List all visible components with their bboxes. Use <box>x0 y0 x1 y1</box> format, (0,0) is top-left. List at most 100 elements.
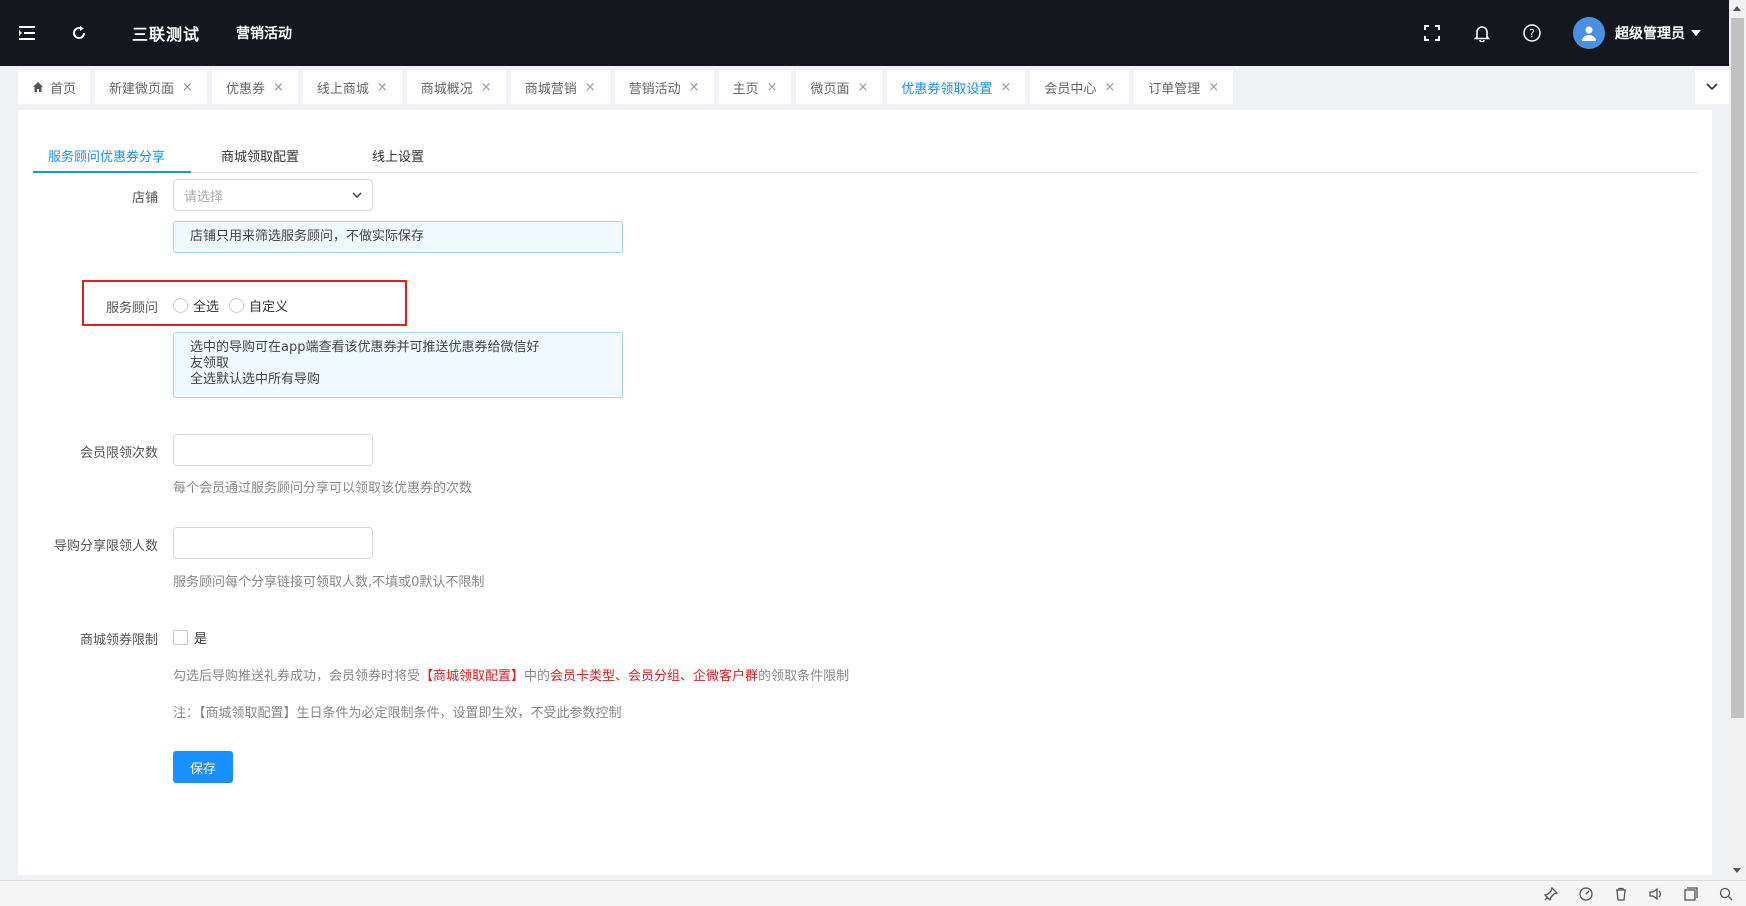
tab-label: 优惠券领取设置 <box>901 81 993 97</box>
tab-close-icon[interactable]: × <box>689 80 700 95</box>
mall-limit-note: 注：【商城领取配置】生日条件为必定限制条件，设置即生效，不受此参数控制 <box>173 706 622 721</box>
advisor-tip-line: 选中的导购可在app端查看该优惠券并可推送优惠券给微信好 <box>190 340 540 355</box>
radio-circle <box>173 298 188 313</box>
tab-marketing-activity[interactable]: 营销活动 × <box>614 70 714 104</box>
tab-label: 营销活动 <box>628 81 681 97</box>
hint-red-text: 会员卡类型、会员分组、企微客户群 <box>550 669 759 684</box>
mall-limit-checkbox[interactable]: 是 <box>173 628 207 647</box>
tab-home[interactable]: 首页 <box>18 70 91 104</box>
advisor-label: 服务顾问 <box>105 301 158 316</box>
advisor-tip-line: 友领取 <box>190 356 230 371</box>
advisor-tip-line: 全选默认选中所有导购 <box>190 372 321 387</box>
member-limit-hint: 每个会员通过服务顾问分享可以领取该优惠券的次数 <box>173 481 473 496</box>
member-limit-input[interactable] <box>173 434 373 466</box>
top-bar: 三联测试 营销活动 ? 超级管理员 <box>0 0 1729 66</box>
store-select-placeholder: 请选择 <box>184 189 224 205</box>
chevron-down-icon <box>352 192 362 198</box>
tab-close-icon[interactable]: × <box>857 80 868 95</box>
speed-icon[interactable] <box>1578 886 1594 902</box>
avatar[interactable] <box>1573 17 1605 49</box>
fullscreen-icon[interactable] <box>1415 16 1449 50</box>
tab-new-micropage[interactable]: 新建微页面 × <box>95 70 207 104</box>
window-icon[interactable] <box>1683 886 1699 902</box>
hint-text: 勾选后导购推送礼券成功，会员领券时将受 <box>173 669 421 684</box>
page-tabs-bar: 首页 新建微页面 × 优惠券 × 线上商城 × 商城概况 × 商城营销 × 营销活动 × 主… <box>0 66 1729 108</box>
radio-label: 自定义 <box>249 300 289 315</box>
tab-close-icon[interactable]: × <box>273 80 284 95</box>
subtab-advisor-coupon-share[interactable]: 服务顾问优惠券分享 <box>48 146 165 165</box>
tab-label: 优惠券 <box>225 81 265 97</box>
help-icon[interactable]: ? <box>1515 16 1549 50</box>
scroll-down-arrow-icon[interactable] <box>1733 868 1741 873</box>
guide-limit-hint: 服务顾问每个分享链接可领取人数,不填或0默认不限制 <box>173 575 485 590</box>
subtab-online-settings[interactable]: 线上设置 <box>372 146 424 165</box>
tab-label: 订单管理 <box>1148 81 1201 97</box>
tabs-more-chevron-icon[interactable] <box>1695 70 1729 104</box>
checkbox-label: 是 <box>194 632 208 647</box>
scroll-thumb[interactable] <box>1731 18 1744 718</box>
tab-label: 线上商城 <box>316 81 369 97</box>
subtab-active-underline <box>33 171 191 173</box>
tab-label: 商城概况 <box>420 81 473 97</box>
tab-coupon[interactable]: 优惠券 × <box>211 70 298 104</box>
svg-text:?: ? <box>1529 27 1535 40</box>
tab-close-icon[interactable]: × <box>1000 80 1011 95</box>
scroll-up-arrow-icon[interactable] <box>1733 6 1741 11</box>
tab-main-page[interactable]: 主页 × <box>718 70 792 104</box>
home-icon <box>32 81 44 93</box>
content-panel: 服务顾问优惠券分享 商城领取配置 线上设置 店铺 请选择 店铺只用来筛选服务顾问… <box>18 110 1712 875</box>
tab-label: 主页 <box>732 81 759 97</box>
volume-icon[interactable] <box>1648 886 1664 902</box>
hint-red-text: 【商城领取配置】 <box>420 669 525 684</box>
pin-icon[interactable] <box>1543 886 1559 902</box>
tab-close-icon[interactable]: × <box>1208 80 1219 95</box>
tab-close-icon[interactable]: × <box>182 80 193 95</box>
guide-limit-input[interactable] <box>173 527 373 559</box>
sub-tabs: 服务顾问优惠券分享 商城领取配置 线上设置 <box>33 128 1698 173</box>
guide-limit-label: 导购分享限领人数 <box>53 539 158 554</box>
save-button[interactable]: 保存 <box>173 751 233 783</box>
mall-limit-hint: 勾选后导购推送礼券成功，会员领券时将受【商城领取配置】中的会员卡类型、会员分组、… <box>173 665 849 684</box>
member-limit-label: 会员限领次数 <box>79 446 158 461</box>
page-scrollbar[interactable] <box>1729 0 1746 880</box>
tab-label: 商城营销 <box>524 81 577 97</box>
header-subtitle: 营销活动 <box>236 26 293 42</box>
hint-text: 中的 <box>524 669 551 684</box>
tab-member-center[interactable]: 会员中心 × <box>1030 70 1130 104</box>
advisor-radio-all[interactable]: 全选 <box>173 296 219 315</box>
tab-order-management[interactable]: 订单管理 × <box>1134 70 1234 104</box>
tab-label: 首页 <box>50 81 77 97</box>
tab-label: 新建微页面 <box>109 81 175 97</box>
subtab-mall-claim-config[interactable]: 商城领取配置 <box>221 146 299 165</box>
tab-label: 微页面 <box>810 81 850 97</box>
tab-close-icon[interactable]: × <box>1104 80 1115 95</box>
advisor-tip: 选中的导购可在app端查看该优惠券并可推送优惠券给微信好 友领取 全选默认选中所… <box>173 332 623 398</box>
menu-collapse-icon[interactable] <box>10 16 44 50</box>
tab-mall-overview[interactable]: 商城概况 × <box>406 70 506 104</box>
radio-label: 全选 <box>193 300 220 315</box>
tab-close-icon[interactable]: × <box>585 80 596 95</box>
hint-text: 的领取条件限制 <box>758 669 850 684</box>
refresh-icon[interactable] <box>62 16 96 50</box>
radio-circle <box>229 298 244 313</box>
tab-mall-marketing[interactable]: 商城营销 × <box>510 70 610 104</box>
tab-close-icon[interactable]: × <box>767 80 778 95</box>
tab-micropage[interactable]: 微页面 × <box>796 70 883 104</box>
mall-limit-label: 商城领券限制 <box>79 633 158 648</box>
advisor-radio-custom[interactable]: 自定义 <box>229 296 288 315</box>
tab-close-icon[interactable]: × <box>481 80 492 95</box>
app-title: 三联测试 <box>132 25 201 44</box>
bell-icon[interactable] <box>1465 16 1499 50</box>
tab-online-mall[interactable]: 线上商城 × <box>302 70 402 104</box>
browser-status-bar <box>0 880 1746 906</box>
zoom-search-icon[interactable] <box>1718 886 1734 902</box>
checkbox-box <box>173 630 188 645</box>
store-label: 店铺 <box>131 191 158 206</box>
trash-icon[interactable] <box>1613 886 1629 902</box>
store-tip: 店铺只用来筛选服务顾问，不做实际保存 <box>173 221 623 253</box>
tab-coupon-claim-settings[interactable]: 优惠券领取设置 × <box>887 70 1026 104</box>
tab-close-icon[interactable]: × <box>377 80 388 95</box>
user-name[interactable]: 超级管理员 <box>1615 23 1685 43</box>
store-select[interactable]: 请选择 <box>173 179 373 211</box>
user-menu-caret-icon[interactable] <box>1691 30 1701 36</box>
